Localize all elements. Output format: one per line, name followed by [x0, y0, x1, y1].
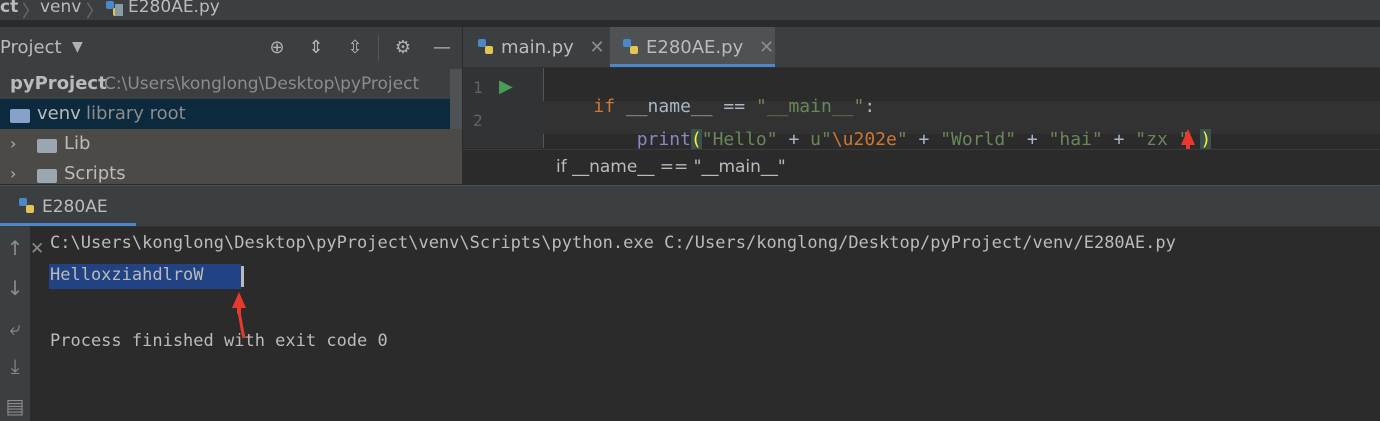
editor: main.py ✕ E280AE.py ✕ 1 2 ▶ if __name__ …: [463, 27, 1380, 188]
builtin-function: print: [636, 129, 691, 150]
project-view-selector[interactable]: Project: [0, 37, 62, 58]
tree-item-label: Scripts: [64, 163, 126, 184]
close-icon[interactable]: ✕: [759, 37, 774, 58]
string-literal: "Hello": [701, 129, 778, 150]
tab-e280ae-py[interactable]: E280AE.py ✕: [610, 27, 775, 67]
string-literal: "World": [940, 129, 1017, 150]
operator: +: [1016, 129, 1049, 150]
console-exit-line[interactable]: Process finished with exit code 0: [50, 331, 388, 351]
breadcrumb-project[interactable]: ct: [0, 0, 18, 17]
code-breadcrumb[interactable]: if __name__ == "__main__": [556, 157, 786, 177]
chevron-right-icon[interactable]: ›: [10, 159, 16, 184]
breadcrumb-file[interactable]: E280AE.py: [128, 0, 220, 17]
string-quote: ": [896, 129, 908, 150]
tab-main-py[interactable]: main.py ✕: [477, 27, 607, 67]
tab-label: main.py: [501, 37, 574, 58]
run-icon[interactable]: ▶: [499, 76, 513, 97]
line-number: 1: [473, 78, 483, 97]
operator: +: [777, 129, 811, 150]
run-side-toolbar: ↑ ↓ ⤶ ⤓ ▤: [0, 226, 30, 421]
line-gutter: 1 2 ▶: [463, 68, 543, 148]
gear-icon[interactable]: ⚙: [392, 37, 414, 59]
tree-item-label: pyProject: [10, 73, 107, 94]
run-tab-label: E280AE: [42, 197, 108, 217]
close-icon[interactable]: ✕: [30, 239, 44, 259]
navigation-breadcrumb: ct 〉 venv 〉 E280AE.py: [0, 0, 1380, 22]
breadcrumb-separator: 〉: [22, 2, 39, 22]
line-number: 2: [473, 111, 483, 130]
python-file-icon: [478, 39, 493, 54]
paren-close: ): [1200, 129, 1212, 150]
tree-item-note: library root: [86, 103, 186, 124]
folder-icon: [37, 169, 57, 183]
chevron-down-icon[interactable]: ▼: [72, 39, 83, 55]
down-arrow-icon[interactable]: ↓: [3, 276, 27, 300]
tree-item-venv[interactable]: venv library root: [0, 99, 462, 129]
paren-open: (: [690, 129, 702, 150]
breadcrumb-venv[interactable]: venv: [40, 0, 81, 17]
locate-icon[interactable]: ⊕: [266, 37, 288, 59]
annotation-arrow: [232, 292, 246, 339]
tree-item-scripts[interactable]: › Scripts: [0, 159, 462, 184]
folder-icon: [10, 109, 30, 123]
operator: +: [1102, 129, 1136, 150]
collapse-all-icon[interactable]: ⇳: [344, 37, 366, 59]
text-caret: [241, 266, 244, 287]
toolbar-divider: [378, 35, 379, 61]
up-arrow-icon[interactable]: ↑: [3, 236, 27, 260]
string-prefix: u": [810, 129, 832, 150]
python-file-icon: [106, 1, 123, 16]
scrollbar[interactable]: [450, 69, 462, 129]
breadcrumb-separator: 〉: [86, 2, 103, 22]
tab-label: E280AE.py: [646, 37, 744, 58]
tree-item-label: venv: [37, 103, 81, 124]
run-tab[interactable]: E280AE ✕: [0, 186, 136, 259]
code-breadcrumb-bar: if __name__ == "__main__": [463, 149, 1380, 185]
console-command-line[interactable]: C:\Users\konglong\Desktop\pyProject\venv…: [50, 233, 1176, 253]
print-icon[interactable]: ▤: [3, 394, 27, 418]
soft-wrap-icon[interactable]: ⤶: [3, 316, 27, 340]
tree-item-pyproject[interactable]: pyProject C:\Users\konglong\Desktop\pyPr…: [0, 69, 462, 99]
close-icon[interactable]: ✕: [590, 37, 605, 58]
python-file-icon: [623, 39, 638, 54]
escape-sequence: \u202e: [831, 129, 897, 150]
string-literal: "hai": [1048, 129, 1103, 150]
chevron-right-icon[interactable]: ›: [10, 129, 16, 159]
tree-item-lib[interactable]: › Lib: [0, 129, 462, 159]
run-tool-window-header: E280AE ✕: [0, 185, 1380, 259]
project-header: Project ▼ ⊕ ⇕ ⇳ ⚙ —: [0, 27, 462, 69]
python-run-icon: [19, 198, 34, 213]
editor-tab-bar: main.py ✕ E280AE.py ✕: [463, 27, 1380, 68]
expand-all-icon[interactable]: ⇕: [305, 37, 327, 59]
folder-icon: [37, 139, 57, 153]
project-tool-window: Project ▼ ⊕ ⇕ ⇳ ⚙ — pyProject C:\Users\k…: [0, 27, 462, 184]
minimize-icon[interactable]: —: [431, 37, 453, 59]
console-output-line[interactable]: HelloxziahdlroW: [50, 265, 204, 285]
tree-item-path: C:\Users\konglong\Desktop\pyProject: [104, 74, 420, 94]
tree-item-label: Lib: [64, 133, 91, 154]
scroll-to-end-icon[interactable]: ⤓: [3, 354, 27, 378]
operator: +: [907, 129, 941, 150]
